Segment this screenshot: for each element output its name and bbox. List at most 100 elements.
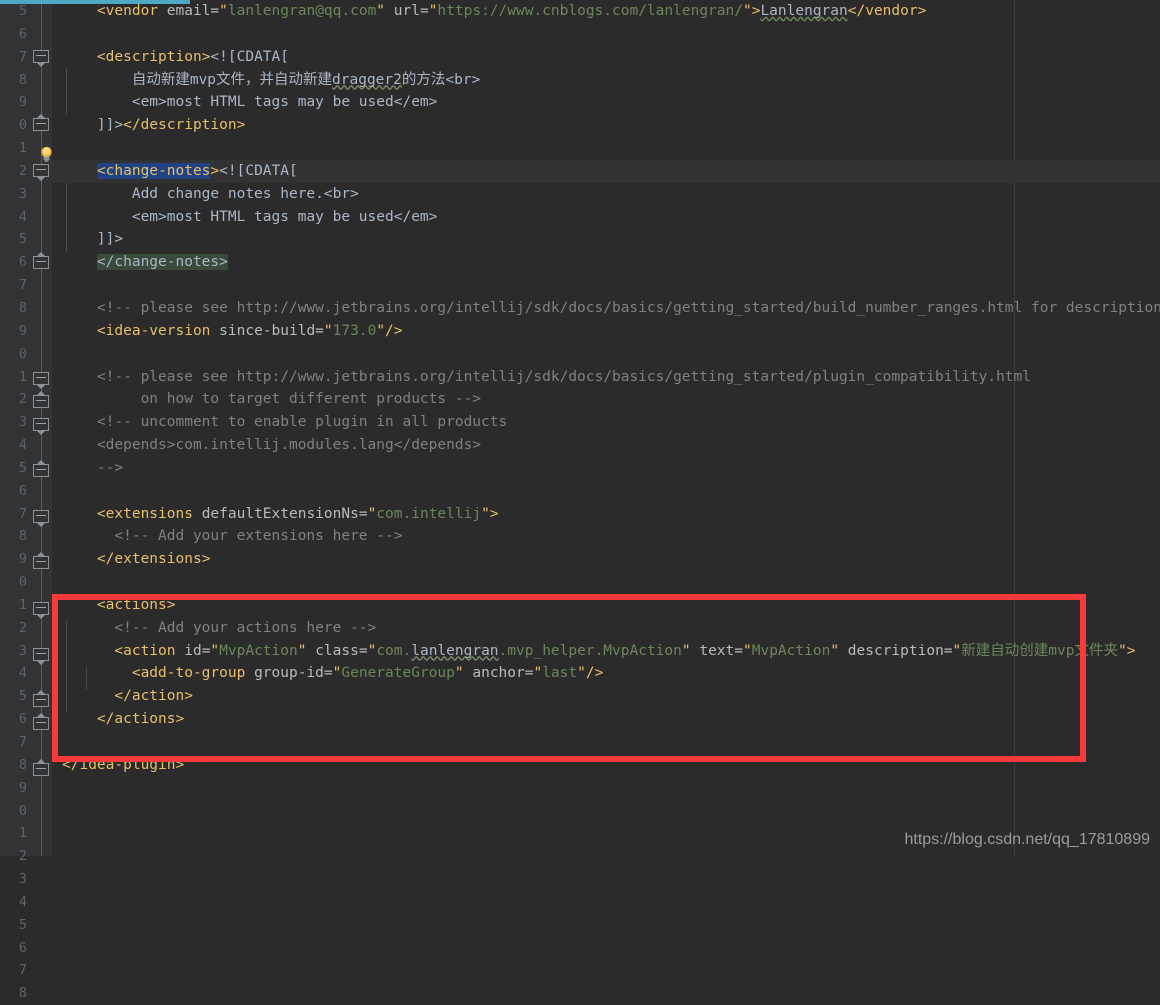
fold-action-close[interactable] xyxy=(33,690,50,711)
code-line[interactable]: <extensions defaultExtensionNs="com.inte… xyxy=(52,503,1160,526)
line-number[interactable]: 4 xyxy=(0,891,30,914)
fold-description-close[interactable] xyxy=(33,114,50,135)
line-number[interactable]: 6 xyxy=(0,480,30,503)
fold-actions-open[interactable] xyxy=(33,602,50,619)
code-line[interactable]: <!-- please see http://www.jetbrains.org… xyxy=(52,366,1160,389)
code-line[interactable]: <!-- please see http://www.jetbrains.org… xyxy=(52,297,1160,320)
line-number[interactable]: 5 xyxy=(0,914,30,937)
line-number[interactable]: 2 xyxy=(0,160,30,183)
fold-comment-block-open[interactable] xyxy=(33,372,50,389)
line-number[interactable]: 0 xyxy=(0,571,30,594)
intention-bulb-icon[interactable] xyxy=(40,146,53,162)
code-line[interactable]: <!-- Add your extensions here --> xyxy=(52,525,1160,548)
code-editor[interactable]: 5678901234567890123456789012345678901234… xyxy=(0,0,1160,1001)
code-line[interactable]: <em>most HTML tags may be used</em> xyxy=(52,91,1160,114)
fold-uncomment-block[interactable] xyxy=(33,418,50,435)
line-number[interactable]: 9 xyxy=(0,91,30,114)
line-number[interactable]: 4 xyxy=(0,434,30,457)
line-number[interactable]: 8 xyxy=(0,297,30,320)
line-number[interactable]: 1 xyxy=(0,366,30,389)
code-line[interactable] xyxy=(52,571,1160,594)
code-line[interactable] xyxy=(52,274,1160,297)
line-number[interactable]: 4 xyxy=(0,662,30,685)
line-number[interactable]: 7 xyxy=(0,731,30,754)
code-line[interactable]: </change-notes> xyxy=(52,251,1160,274)
fold-extensions-close[interactable] xyxy=(33,552,50,573)
line-number[interactable]: 7 xyxy=(0,274,30,297)
code-line[interactable] xyxy=(52,480,1160,503)
line-number[interactable]: 3 xyxy=(0,183,30,206)
line-number[interactable]: 2 xyxy=(0,617,30,640)
code-line[interactable] xyxy=(52,731,1160,754)
line-number[interactable]: 8 xyxy=(0,982,30,1005)
fold-comment-block-close[interactable] xyxy=(33,391,50,412)
line-number-gutter[interactable]: 5678901234567890123456789012345678901234… xyxy=(0,0,30,1001)
line-number[interactable]: 6 xyxy=(0,23,30,46)
line-number[interactable]: 3 xyxy=(0,640,30,663)
line-number[interactable]: 7 xyxy=(0,959,30,982)
code-line[interactable]: <depends>com.intellij.modules.lang</depe… xyxy=(52,434,1160,457)
code-token-attr: class= xyxy=(306,642,368,659)
line-number[interactable]: 6 xyxy=(0,937,30,960)
line-number[interactable]: 9 xyxy=(0,777,30,800)
fold-change-notes-open[interactable] xyxy=(33,164,50,181)
line-number[interactable]: 0 xyxy=(0,800,30,823)
code-line[interactable]: <em>most HTML tags may be used</em> xyxy=(52,206,1160,229)
code-line[interactable]: on how to target different products --> xyxy=(52,388,1160,411)
fold-idea-plugin-close[interactable] xyxy=(33,759,50,780)
code-line[interactable]: <actions> xyxy=(52,594,1160,617)
code-line[interactable]: Add change notes here.<br> xyxy=(52,183,1160,206)
line-number[interactable]: 8 xyxy=(0,69,30,92)
line-number[interactable]: 7 xyxy=(0,503,30,526)
code-line[interactable]: 自动新建mvp文件，并自动新建dragger2的方法<br> xyxy=(52,69,1160,92)
code-line[interactable] xyxy=(52,137,1160,160)
code-line[interactable]: </action> xyxy=(52,685,1160,708)
code-line[interactable]: --> xyxy=(52,457,1160,480)
code-line[interactable]: <add-to-group group-id="GenerateGroup" a… xyxy=(52,662,1160,685)
line-number[interactable]: 9 xyxy=(0,548,30,571)
code-line[interactable]: ]]></description> xyxy=(52,114,1160,137)
line-number[interactable]: 7 xyxy=(0,46,30,69)
fold-depends-close[interactable] xyxy=(33,460,50,481)
line-number[interactable]: 3 xyxy=(0,868,30,891)
code-text-area[interactable]: <vendor email="lanlengran@qq.com" url="h… xyxy=(52,0,1160,856)
code-line[interactable] xyxy=(52,23,1160,46)
fold-description-open[interactable] xyxy=(33,50,50,67)
line-number[interactable]: 1 xyxy=(0,137,30,160)
line-number[interactable]: 2 xyxy=(0,388,30,411)
code-line[interactable]: ]]> xyxy=(52,228,1160,251)
code-folding-strip[interactable] xyxy=(30,0,52,856)
code-line[interactable]: </extensions> xyxy=(52,548,1160,571)
line-number[interactable]: 3 xyxy=(0,411,30,434)
fold-actions-close[interactable] xyxy=(33,713,50,734)
code-token-punct: < xyxy=(62,596,106,613)
code-line[interactable]: <change-notes><![CDATA[ xyxy=(52,159,1160,183)
code-line[interactable]: </actions> xyxy=(52,708,1160,731)
code-line[interactable]: <idea-version since-build="173.0"/> xyxy=(52,320,1160,343)
line-number[interactable]: 4 xyxy=(0,206,30,229)
line-number[interactable]: 6 xyxy=(0,708,30,731)
code-line[interactable]: <action id="MvpAction" class="com.lanlen… xyxy=(52,640,1160,663)
line-number[interactable]: 5 xyxy=(0,228,30,251)
line-number[interactable]: 5 xyxy=(0,457,30,480)
line-number[interactable]: 1 xyxy=(0,822,30,845)
code-token-spellg: lanlengran xyxy=(411,642,499,659)
line-number[interactable]: 8 xyxy=(0,525,30,548)
code-line[interactable]: </idea-plugin> xyxy=(52,754,1160,777)
code-line[interactable]: <!-- Add your actions here --> xyxy=(52,617,1160,640)
line-number[interactable]: 5 xyxy=(0,685,30,708)
fold-extensions-open[interactable] xyxy=(33,510,50,527)
line-number[interactable]: 0 xyxy=(0,114,30,137)
code-line[interactable]: <description><![CDATA[ xyxy=(52,46,1160,69)
line-number[interactable]: 2 xyxy=(0,845,30,868)
line-number[interactable]: 0 xyxy=(0,343,30,366)
line-number[interactable]: 8 xyxy=(0,754,30,777)
fold-change-notes-close[interactable] xyxy=(33,252,50,273)
code-line[interactable] xyxy=(52,343,1160,366)
code-line[interactable]: <vendor email="lanlengran@qq.com" url="h… xyxy=(52,0,1160,23)
line-number[interactable]: 1 xyxy=(0,594,30,617)
fold-action-open[interactable] xyxy=(33,648,50,665)
line-number[interactable]: 9 xyxy=(0,320,30,343)
line-number[interactable]: 6 xyxy=(0,251,30,274)
code-line[interactable]: <!-- uncomment to enable plugin in all p… xyxy=(52,411,1160,434)
